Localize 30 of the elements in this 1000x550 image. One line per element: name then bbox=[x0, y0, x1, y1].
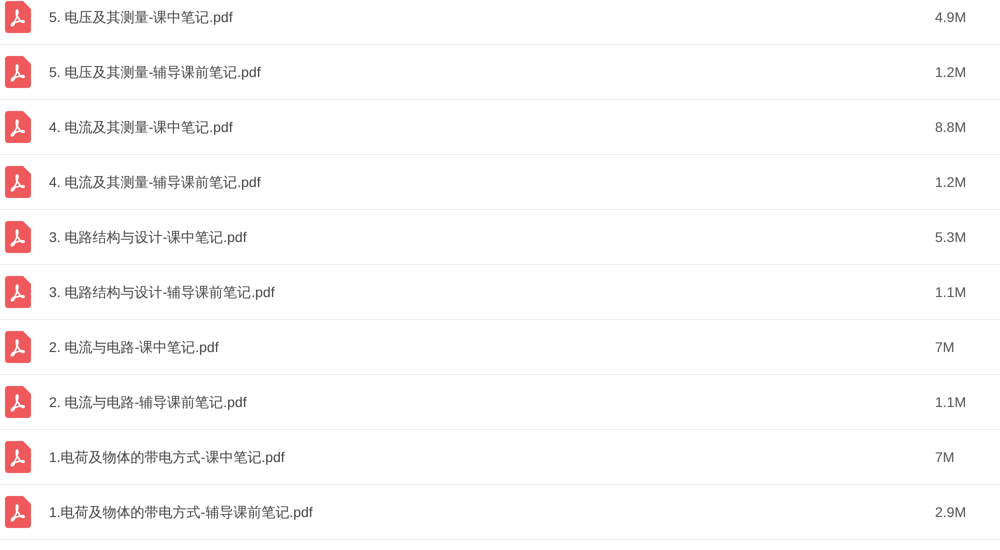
file-size: 7M bbox=[935, 448, 956, 466]
file-size: 1.1M bbox=[935, 392, 968, 412]
file-name[interactable]: 5. 电压及其测量-辅导课前笔记.pdf bbox=[49, 62, 261, 82]
file-size: 1.2M bbox=[935, 62, 968, 82]
file-size: 1.2M bbox=[935, 172, 968, 192]
file-name[interactable]: 1.电荷及物体的带电方式-辅导课前笔记.pdf bbox=[49, 502, 313, 522]
file-size: 8.8M bbox=[935, 118, 968, 136]
file-size: 1.1M bbox=[935, 282, 968, 302]
pdf-file-icon bbox=[5, 331, 31, 363]
pdf-file-icon bbox=[5, 386, 31, 418]
pdf-file-icon bbox=[5, 276, 31, 308]
pdf-file-icon bbox=[5, 496, 31, 528]
pdf-file-icon bbox=[5, 166, 31, 198]
file-name[interactable]: 2. 电流与电路-辅导课前笔记.pdf bbox=[49, 392, 247, 412]
file-size: 2.9M bbox=[935, 502, 968, 522]
pdf-file-icon bbox=[5, 441, 31, 473]
file-size: 7M bbox=[935, 338, 956, 356]
file-name[interactable]: 3. 电路结构与设计-课中笔记.pdf bbox=[49, 226, 247, 248]
file-name[interactable]: 2. 电流与电路-课中笔记.pdf bbox=[49, 336, 219, 358]
pdf-file-icon bbox=[5, 1, 31, 33]
pdf-file-icon bbox=[5, 221, 31, 253]
file-name[interactable]: 4. 电流及其测量-课中笔记.pdf bbox=[49, 116, 233, 138]
file-size: 5.3M bbox=[935, 228, 968, 246]
file-name[interactable]: 4. 电流及其测量-辅导课前笔记.pdf bbox=[49, 172, 261, 192]
pdf-file-icon bbox=[5, 111, 31, 143]
pdf-file-icon bbox=[5, 56, 31, 88]
file-name[interactable]: 3. 电路结构与设计-辅导课前笔记.pdf bbox=[49, 282, 275, 302]
file-size: 4.9M bbox=[935, 8, 968, 26]
file-name[interactable]: 1.电荷及物体的带电方式-课中笔记.pdf bbox=[49, 446, 285, 468]
file-name[interactable]: 5. 电压及其测量-课中笔记.pdf bbox=[49, 6, 233, 28]
